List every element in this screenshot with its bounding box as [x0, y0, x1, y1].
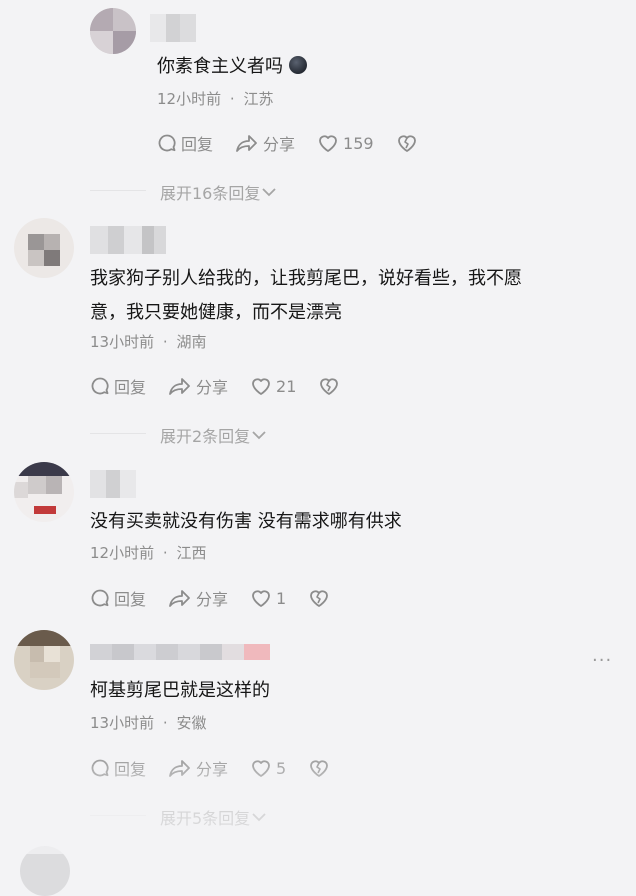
dislike-icon — [320, 378, 339, 395]
like-icon — [319, 135, 337, 152]
like-icon — [252, 378, 270, 395]
username-blurred[interactable] — [90, 470, 136, 498]
username-blurred[interactable] — [90, 644, 270, 660]
avatar[interactable] — [90, 8, 136, 54]
comment-text: 我家狗子别人给我的，让我剪尾巴，说好看些，我不愿 意，我只要她健康，而不是漂亮 — [90, 268, 522, 323]
share-button[interactable]: 分享 — [168, 586, 228, 610]
dislike-icon — [310, 760, 329, 777]
dislike-icon — [310, 590, 329, 607]
chevron-down-icon — [252, 431, 266, 440]
divider — [90, 190, 146, 191]
reply-icon — [91, 759, 109, 777]
username-blurred[interactable] — [150, 14, 196, 42]
like-button[interactable]: 159 — [317, 133, 374, 153]
comment-meta: 13小时前 · 湖南 — [90, 333, 207, 351]
share-icon — [169, 590, 190, 607]
comment-actions: 回复 分享 159 — [157, 131, 444, 155]
dislike-icon — [397, 135, 416, 152]
comment-text: 没有买卖就没有伤害 没有需求哪有供求 — [90, 511, 402, 532]
comment-actions: 回复 分享 1 — [90, 586, 356, 610]
comment-meta: 12小时前 · 江苏 — [157, 90, 274, 108]
reply-button[interactable]: 回复 — [90, 756, 146, 780]
avatar[interactable] — [14, 462, 74, 522]
username-blurred[interactable] — [90, 226, 166, 254]
like-icon — [252, 760, 270, 777]
comment-text: 柯基剪尾巴就是这样的 — [90, 680, 270, 701]
expand-replies-button[interactable]: 展开16条回复 — [160, 180, 278, 204]
comment-text: 你素食主义者吗 — [157, 50, 307, 84]
reply-button[interactable]: 回复 — [90, 374, 146, 398]
reply-icon — [158, 134, 176, 152]
like-button[interactable]: 21 — [250, 376, 296, 396]
comment-actions: 回复 分享 21 — [90, 374, 366, 398]
divider — [90, 433, 146, 434]
share-button[interactable]: 分享 — [235, 131, 295, 155]
expand-replies-button[interactable]: 展开2条回复 — [160, 423, 268, 447]
face-emoji-icon — [289, 56, 307, 74]
share-icon — [236, 135, 257, 152]
like-button[interactable]: 1 — [250, 588, 286, 608]
dislike-button[interactable] — [308, 758, 334, 778]
expand-replies-button[interactable]: 展开5条回复 — [160, 805, 268, 829]
like-icon — [252, 590, 270, 607]
dislike-button[interactable] — [308, 588, 334, 608]
like-button[interactable]: 5 — [250, 758, 286, 778]
divider — [90, 815, 146, 816]
share-button[interactable]: 分享 — [168, 756, 228, 780]
dislike-button[interactable] — [396, 133, 422, 153]
avatar[interactable] — [14, 218, 74, 278]
comment-meta: 13小时前 · 安徽 — [90, 714, 207, 732]
comment-meta: 12小时前 · 江西 — [90, 544, 207, 562]
share-icon — [169, 378, 190, 395]
reply-button[interactable]: 回复 — [157, 131, 213, 155]
share-button[interactable]: 分享 — [168, 374, 228, 398]
share-icon — [169, 760, 190, 777]
avatar[interactable] — [14, 630, 74, 690]
dislike-button[interactable] — [318, 376, 344, 396]
chevron-down-icon — [262, 188, 277, 197]
more-options-button[interactable]: ··· — [592, 650, 612, 671]
reply-icon — [91, 589, 109, 607]
reply-button[interactable]: 回复 — [90, 586, 146, 610]
comment-actions: 回复 分享 5 — [90, 756, 356, 780]
chevron-down-icon — [252, 813, 266, 822]
reply-icon — [91, 377, 109, 395]
